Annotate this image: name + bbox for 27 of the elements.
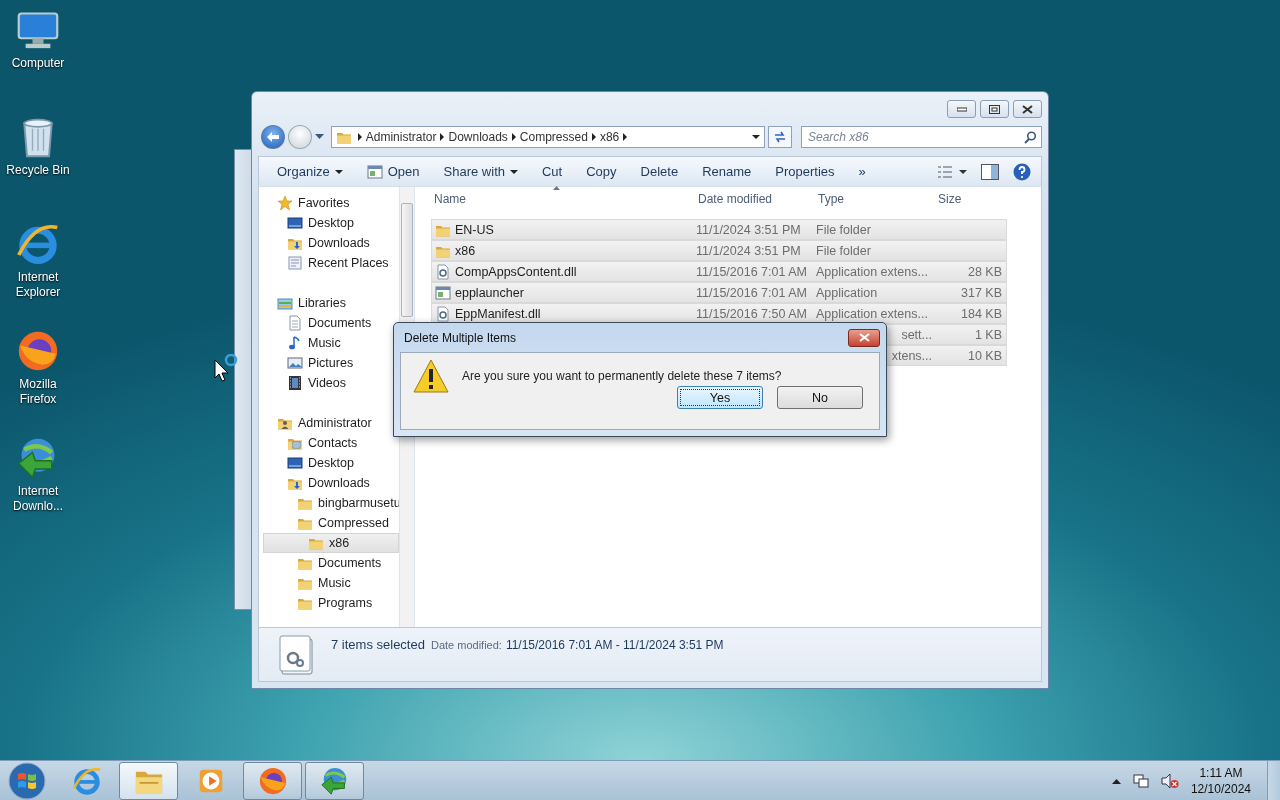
type-cell: File folder <box>816 243 871 258</box>
date-cell: 11/1/2024 3:51 PM <box>696 243 801 258</box>
file-name: EppManifest.dll <box>455 306 541 321</box>
selection-count: 7 items selected <box>331 637 425 652</box>
size-cell: 28 KB <box>967 264 1002 279</box>
date-cell: 11/15/2016 7:01 AM <box>696 264 807 279</box>
file-name: x86 <box>455 243 476 258</box>
size-cell: 184 KB <box>961 306 1002 321</box>
type-cell: Application extens... <box>816 306 928 321</box>
type-cell: File folder <box>816 222 871 237</box>
file-name: epplauncher <box>455 285 524 300</box>
file-name: EN-US <box>455 222 494 237</box>
type-cell: xtens... <box>891 348 932 363</box>
date-range: 11/15/2016 7:01 AM - 11/1/2024 3:51 PM <box>505 638 724 652</box>
type-cell: sett... <box>901 327 932 342</box>
dialog-title: Delete Multiple Items <box>403 330 517 345</box>
date-modified-label: Date modified: <box>430 639 502 651</box>
type-cell: Application extens... <box>816 264 928 279</box>
date-cell: 11/15/2016 7:01 AM <box>696 285 807 300</box>
file-name: CompAppsContent.dll <box>455 264 577 279</box>
type-cell: Application <box>816 285 878 300</box>
size-cell: 1 KB <box>974 327 1002 342</box>
dialog-message: Are you sure you want to permanently delete these 7 items? <box>462 369 782 383</box>
size-cell: 317 KB <box>961 285 1002 300</box>
date-cell: 11/1/2024 3:51 PM <box>696 222 801 237</box>
date-cell: 11/15/2016 7:50 AM <box>696 306 807 321</box>
size-cell: 10 KB <box>967 348 1002 363</box>
